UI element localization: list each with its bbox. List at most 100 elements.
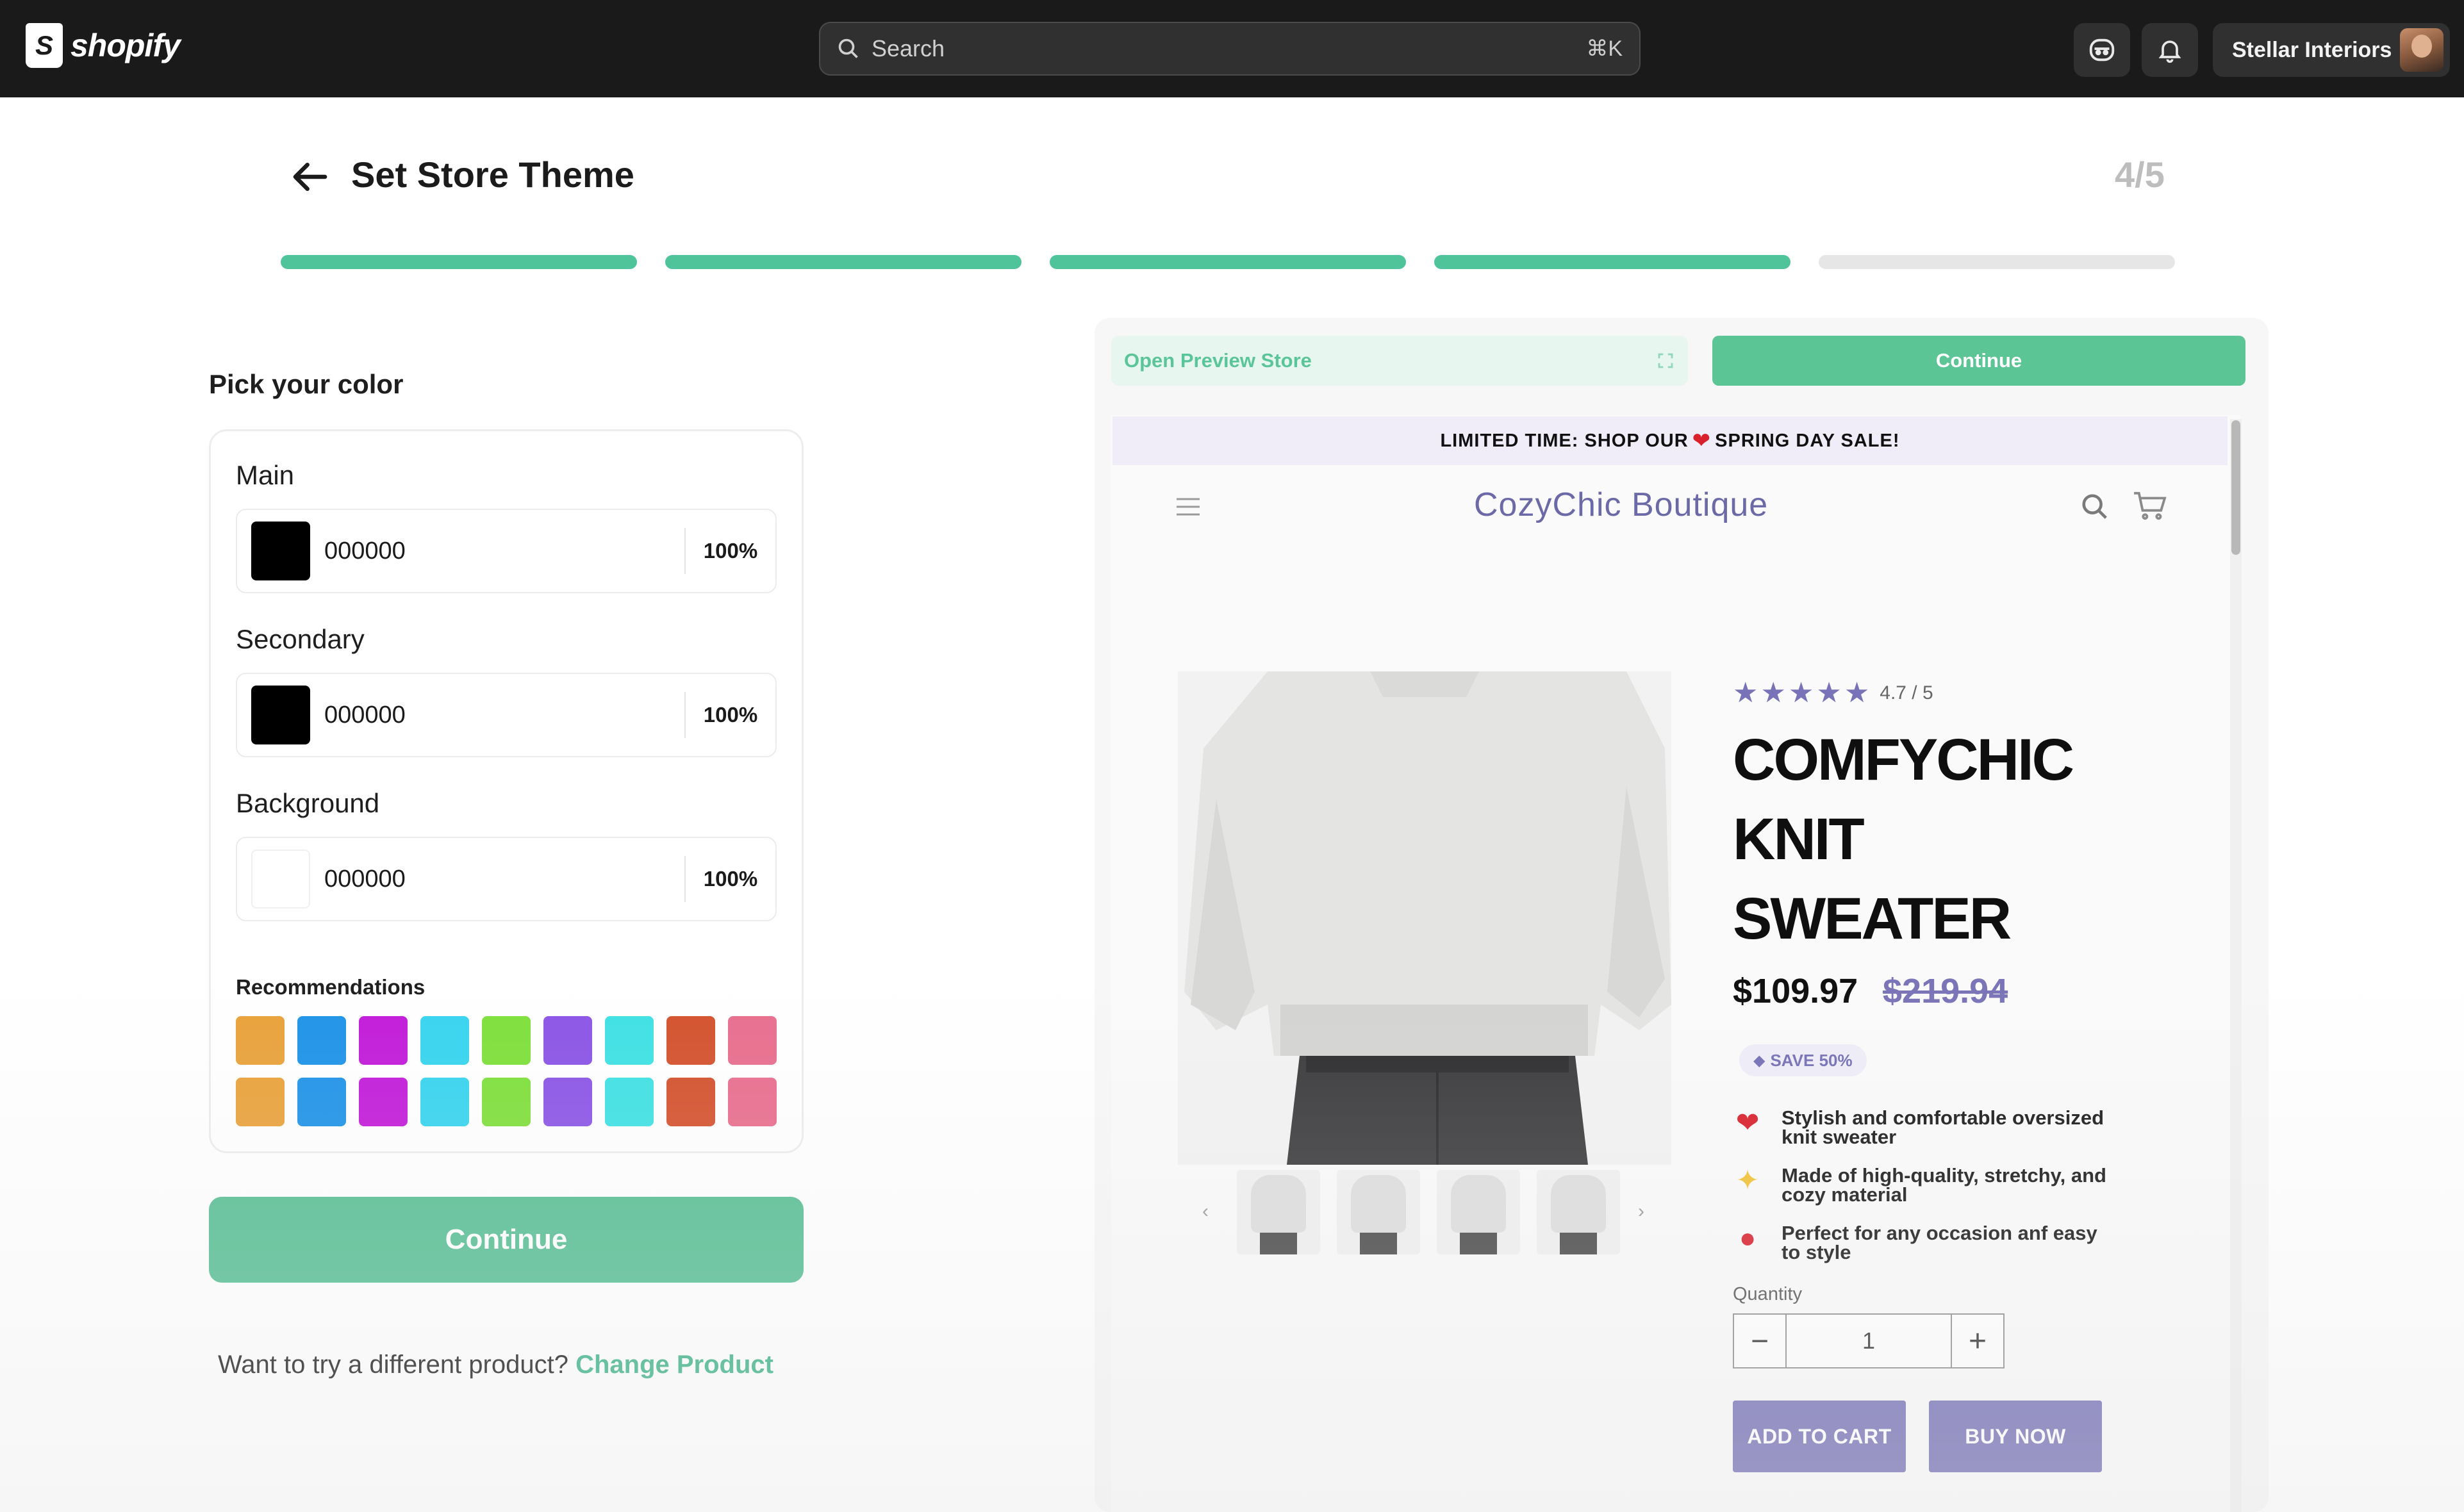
product-title: COMFYCHIC KNIT SWEATER — [1733, 720, 2143, 958]
progress-segment — [665, 255, 1021, 269]
main-color-swatch[interactable] — [251, 522, 310, 580]
thumbnail[interactable] — [1437, 1170, 1520, 1254]
background-color-hex[interactable]: 000000 — [324, 866, 684, 893]
color-recommendation-swatch[interactable] — [297, 1016, 346, 1065]
main-color-opacity[interactable]: 100% — [686, 539, 775, 563]
star-icon: ★ — [1844, 677, 1870, 709]
open-preview-store-button[interactable]: Open Preview Store — [1111, 336, 1688, 386]
thumbnail[interactable] — [1337, 1170, 1420, 1254]
store-brand-name[interactable]: CozyChic Boutique — [1474, 486, 1768, 524]
color-recommendation-swatch[interactable] — [666, 1078, 715, 1126]
recommendations-grid — [236, 1016, 777, 1126]
background-color-field[interactable]: 000000 100% — [236, 837, 777, 921]
tag-icon: ◆ — [1753, 1051, 1765, 1069]
color-recommendation-swatch[interactable] — [543, 1078, 592, 1126]
promo-banner: LIMITED TIME: SHOP OUR ❤ SPRING DAY SALE… — [1112, 416, 2228, 465]
add-to-cart-button[interactable]: ADD TO CART — [1733, 1401, 1906, 1472]
quantity-input[interactable]: 1 — [1785, 1315, 1952, 1367]
main-color-hex[interactable]: 000000 — [324, 538, 684, 565]
progress-segment — [281, 255, 637, 269]
sparkles-icon: ✦ — [1735, 1165, 1760, 1196]
search-input[interactable]: Search ⌘K — [819, 22, 1641, 76]
preview-scrollbar-thumb[interactable] — [2231, 420, 2240, 555]
feature-text: Perfect for any occasion anf easy to sty… — [1782, 1222, 2097, 1263]
quantity-label: Quantity — [1733, 1284, 1802, 1304]
open-preview-label: Open Preview Store — [1124, 349, 1312, 372]
thumbnail[interactable] — [1237, 1170, 1320, 1254]
secondary-color-label: Secondary — [236, 624, 365, 654]
preview-scrollbar[interactable] — [2230, 419, 2242, 1512]
color-recommendation-swatch[interactable] — [297, 1078, 346, 1126]
color-recommendation-swatch[interactable] — [359, 1016, 408, 1065]
sidekick-icon — [2089, 38, 2115, 62]
search-placeholder: Search — [872, 35, 945, 62]
change-product-line: Want to try a different product? Change … — [218, 1351, 773, 1379]
main-color-field[interactable]: 000000 100% — [236, 509, 777, 593]
notifications-button[interactable] — [2142, 23, 2198, 77]
back-arrow-icon[interactable] — [292, 160, 329, 193]
recommendations-title: Recommendations — [236, 975, 426, 999]
color-recommendation-swatch[interactable] — [420, 1078, 469, 1126]
buy-now-button[interactable]: BUY NOW — [1929, 1401, 2102, 1472]
product-thumbnails — [1237, 1170, 1620, 1254]
product-title-line: COMFYCHIC — [1733, 727, 2074, 793]
color-recommendation-swatch[interactable] — [482, 1078, 531, 1126]
background-color-opacity[interactable]: 100% — [686, 867, 775, 891]
thumbnail[interactable] — [1537, 1170, 1620, 1254]
strawberry-icon: ● — [1739, 1222, 1757, 1254]
store-menu-button[interactable]: Stellar Interiors — [2213, 23, 2450, 77]
product-price: $109.97 — [1733, 972, 1858, 1010]
secondary-color-field[interactable]: 000000 100% — [236, 673, 777, 757]
color-recommendation-swatch[interactable] — [236, 1016, 285, 1065]
color-recommendation-swatch[interactable] — [543, 1016, 592, 1065]
color-recommendation-swatch[interactable] — [482, 1016, 531, 1065]
change-product-link[interactable]: Change Product — [575, 1351, 773, 1379]
progress-segment — [1819, 255, 2175, 269]
color-recommendation-swatch[interactable] — [728, 1078, 777, 1126]
quantity-stepper: − 1 + — [1733, 1313, 2005, 1368]
progress-segment — [1434, 255, 1790, 269]
secondary-color-swatch[interactable] — [251, 686, 310, 744]
color-recommendation-swatch[interactable] — [666, 1016, 715, 1065]
thumbnail-prev-icon[interactable]: ‹ — [1202, 1201, 1209, 1222]
secondary-color-opacity[interactable]: 100% — [686, 703, 775, 727]
cart-icon[interactable] — [2133, 491, 2167, 520]
rating-text: 4.7 / 5 — [1880, 682, 1933, 703]
decrement-button[interactable]: − — [1734, 1315, 1785, 1367]
color-recommendation-swatch[interactable] — [605, 1016, 654, 1065]
background-color-swatch[interactable] — [251, 850, 310, 908]
promo-text-left: LIMITED TIME: SHOP OUR — [1440, 430, 1689, 451]
save-badge: ◆ SAVE 50% — [1739, 1044, 1867, 1076]
continue-button[interactable]: Continue — [209, 1197, 804, 1283]
bell-icon — [2158, 40, 2181, 63]
color-recommendation-swatch[interactable] — [420, 1016, 469, 1065]
feature-item: ✦ Made of high-quality, stretchy, and co… — [1730, 1165, 2115, 1204]
increment-button[interactable]: + — [1952, 1315, 2003, 1367]
color-recommendation-swatch[interactable] — [359, 1078, 408, 1126]
shopify-bag-icon: S — [26, 23, 63, 68]
feature-text: Stylish and comfortable oversized knit s… — [1782, 1106, 2104, 1148]
product-image[interactable] — [1178, 671, 1671, 1165]
color-recommendation-swatch[interactable] — [728, 1016, 777, 1065]
expand-icon — [1658, 353, 1673, 368]
product-title-line: KNIT — [1733, 807, 1865, 872]
color-recommendation-swatch[interactable] — [236, 1078, 285, 1126]
shopify-logo[interactable]: S shopify — [26, 23, 181, 68]
pick-color-title: Pick your color — [209, 369, 404, 399]
main-color-label: Main — [236, 460, 295, 490]
hamburger-menu-icon[interactable] — [1175, 496, 1201, 518]
star-icon: ★ — [1733, 677, 1758, 709]
color-recommendation-swatch[interactable] — [605, 1078, 654, 1126]
feature-item: ❤ Stylish and comfortable oversized knit… — [1730, 1108, 2115, 1147]
secondary-color-hex[interactable]: 000000 — [324, 702, 684, 729]
star-icon: ★ — [1788, 677, 1814, 709]
star-icon: ★ — [1760, 677, 1786, 709]
heart-icon: ❤ — [1692, 429, 1712, 453]
thumbnail-next-icon[interactable]: › — [1638, 1201, 1644, 1222]
store-search-icon[interactable] — [2080, 492, 2110, 522]
sidekick-button[interactable] — [2074, 23, 2130, 77]
product-old-price: $219.94 — [1883, 972, 2008, 1010]
search-icon — [838, 38, 858, 58]
sweater-illustration — [1178, 671, 1671, 1165]
preview-continue-button[interactable]: Continue — [1712, 336, 2245, 386]
